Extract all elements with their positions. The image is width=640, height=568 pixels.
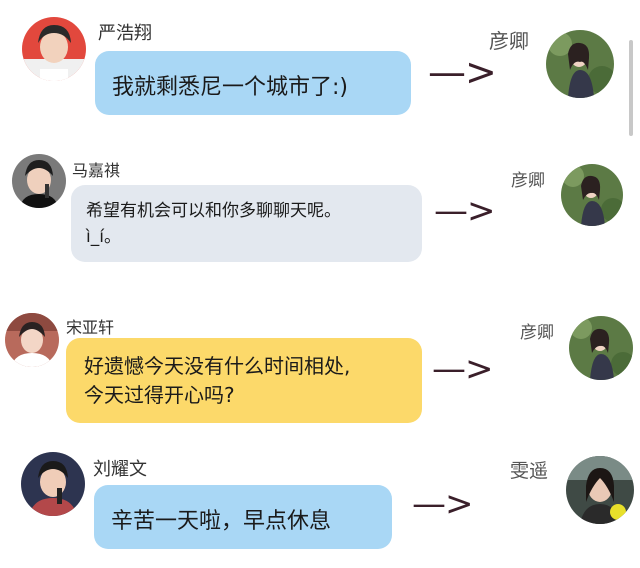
person-avatar-icon: [569, 316, 633, 380]
person-avatar-icon: [21, 452, 85, 516]
sender-name: 马嘉祺: [72, 161, 121, 180]
arrow-indicator: —>: [432, 349, 493, 389]
person-avatar-icon: [22, 17, 86, 81]
sender-name: 刘耀文: [93, 459, 147, 480]
person-avatar-icon: [566, 456, 634, 524]
person-avatar-icon: [5, 313, 59, 367]
recipient-avatar[interactable]: [546, 30, 614, 98]
recipient-name: 彦卿: [520, 323, 554, 343]
message-text-line: 今天过得开心吗?: [84, 383, 235, 407]
sender-avatar-yan-haoxiang[interactable]: [22, 17, 86, 81]
message-bubble[interactable]: 我就剩悉尼一个城市了:): [95, 51, 411, 115]
sender-name: 严浩翔: [98, 23, 152, 44]
sender-avatar-ma-jiaqi[interactable]: [12, 154, 66, 208]
arrow-indicator: —>: [412, 484, 473, 524]
sender-avatar-liu-yaowen[interactable]: [21, 452, 85, 516]
message-text-line: 希望有机会可以和你多聊聊天呢。: [86, 201, 341, 221]
scrollbar[interactable]: [629, 40, 633, 136]
message-bubble[interactable]: 好遗憾今天没有什么时间相处, 今天过得开心吗?: [66, 338, 422, 423]
message-text-line: 好遗憾今天没有什么时间相处,: [84, 354, 351, 378]
recipient-avatar[interactable]: [566, 456, 634, 524]
sender-avatar-song-yaxuan[interactable]: [5, 313, 59, 367]
person-avatar-icon: [561, 164, 623, 226]
message-bubble[interactable]: 辛苦一天啦，早点休息: [94, 485, 392, 549]
recipient-name: 彦卿: [489, 29, 529, 53]
sender-name: 宋亚轩: [66, 318, 115, 337]
message-bubble[interactable]: 希望有机会可以和你多聊聊天呢。 ì_í。: [71, 185, 422, 262]
arrow-indicator: —>: [434, 191, 495, 231]
message-text: 辛苦一天啦，早点休息: [111, 509, 332, 534]
recipient-avatar[interactable]: [569, 316, 633, 380]
person-avatar-icon: [12, 154, 66, 208]
person-avatar-icon: [546, 30, 614, 98]
arrow-indicator: —>: [428, 50, 497, 94]
message-text: 我就剩悉尼一个城市了:): [112, 75, 348, 100]
recipient-name: 雯遥: [510, 460, 549, 482]
chat-screenshot: 严浩翔 我就剩悉尼一个城市了:) —> 彦卿 马嘉祺 希望有机会可以和你多聊聊天…: [0, 0, 640, 568]
recipient-avatar[interactable]: [561, 164, 623, 226]
recipient-name: 彦卿: [511, 171, 545, 191]
message-text-line: ì_í。: [86, 227, 121, 247]
